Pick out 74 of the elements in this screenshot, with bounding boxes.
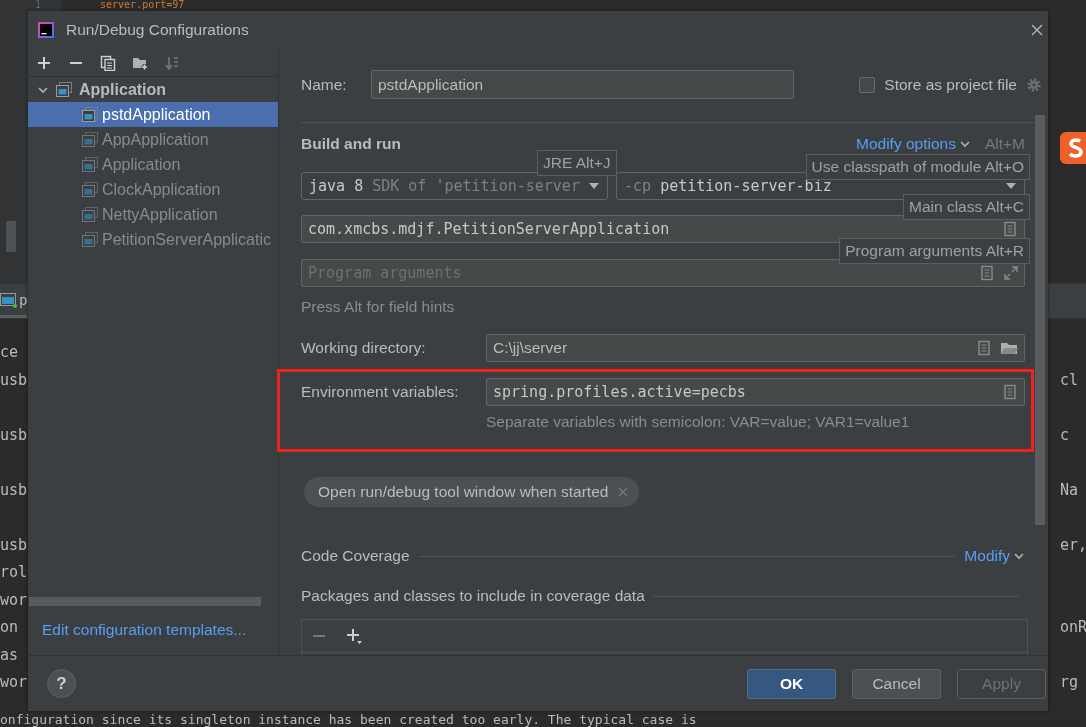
dialog-button[interactable]: Cancel bbox=[852, 668, 941, 699]
document-icon[interactable] bbox=[976, 340, 992, 356]
folder-icon[interactable] bbox=[1000, 340, 1018, 356]
tooltip: JRE Alt+J bbox=[537, 150, 617, 176]
copy-icon[interactable] bbox=[100, 54, 116, 71]
document-icon[interactable] bbox=[979, 265, 995, 281]
ime-toolbar-icon[interactable] bbox=[1060, 130, 1086, 166]
console-text: usb bbox=[0, 534, 28, 556]
tooltip: Use classpath of module Alt+O bbox=[805, 154, 1030, 180]
templates-link[interactable]: Edit configuration templates... bbox=[42, 621, 247, 638]
chevron-icon bbox=[958, 138, 971, 150]
help-button[interactable]: ? bbox=[47, 669, 76, 698]
app-logo-icon bbox=[38, 22, 54, 38]
main-class-field[interactable]: com.xmcbs.mdjf.PetitionServerApplication bbox=[301, 215, 1025, 243]
field-label: Environment variables: bbox=[301, 383, 460, 401]
group-title: Packages and classes to include in coverage data bbox=[301, 587, 645, 605]
add-icon[interactable] bbox=[345, 627, 363, 645]
hint-text: Separate variables with semicolon: VAR=value; VAR1=value1 bbox=[486, 413, 911, 431]
modify-link[interactable]: Modify bbox=[964, 547, 1025, 565]
chevron-icon bbox=[1013, 550, 1025, 562]
console-text: usb bbox=[0, 479, 28, 501]
tree-item[interactable]: AppApplication bbox=[28, 127, 278, 152]
expand-icon[interactable] bbox=[1003, 265, 1019, 281]
env-field[interactable]: spring.profiles.active=pecbs bbox=[486, 378, 1025, 406]
console-text: er, bbox=[1060, 534, 1086, 556]
field-label: Working directory: bbox=[301, 339, 427, 357]
console-text: wor bbox=[0, 672, 28, 693]
document-icon[interactable] bbox=[1002, 221, 1018, 237]
window-icon bbox=[82, 207, 98, 222]
console-text: ce bbox=[0, 342, 19, 363]
window-icon bbox=[82, 232, 98, 247]
window-icon bbox=[82, 132, 98, 147]
window-icon bbox=[82, 107, 98, 122]
window-icon bbox=[82, 182, 98, 197]
checkbox-label[interactable]: Store as project file bbox=[884, 75, 1017, 94]
document-icon[interactable] bbox=[1002, 384, 1018, 400]
add-icon[interactable] bbox=[36, 54, 52, 71]
tree-item[interactable]: Application bbox=[28, 152, 278, 177]
section-title: Build and run bbox=[301, 135, 402, 153]
option-chip[interactable]: Open run/debug tool window when started bbox=[304, 477, 640, 507]
modify-options-link[interactable]: Modify options bbox=[856, 135, 971, 153]
shortcut-hint: Alt+M bbox=[984, 135, 1025, 153]
console-text: on bbox=[0, 617, 19, 638]
tooltip: Program arguments Alt+R bbox=[839, 238, 1030, 264]
tree-item[interactable]: pstdApplication bbox=[28, 102, 278, 127]
tree-item[interactable]: ClockApplication bbox=[28, 177, 278, 202]
console-text: usb bbox=[0, 424, 28, 446]
console-text: rol bbox=[0, 562, 28, 583]
tree-item[interactable]: NettyApplication bbox=[28, 202, 278, 227]
tree-item[interactable]: PetitionServerApplicatic bbox=[28, 227, 278, 252]
tooltip: Main class Alt+C bbox=[903, 194, 1030, 220]
dialog-button[interactable]: OK bbox=[747, 668, 836, 699]
console-text: Na bbox=[1060, 479, 1080, 501]
window-icon bbox=[56, 82, 72, 97]
name-field[interactable]: pstdApplication bbox=[371, 70, 794, 99]
console-text: as bbox=[0, 644, 19, 666]
console-text: usb bbox=[0, 369, 28, 391]
console-text: c bbox=[1060, 424, 1071, 446]
console-text: cl bbox=[1060, 369, 1080, 391]
window-icon bbox=[82, 157, 98, 172]
checkbox[interactable] bbox=[859, 76, 876, 93]
console-text: onfiguration since its singleton instance has been created too early. The typical case is bbox=[0, 712, 697, 727]
hint-text: Press Alt for field hints bbox=[301, 298, 456, 316]
field-label: Name: bbox=[301, 75, 348, 94]
window-title: Run/Debug Configurations bbox=[66, 21, 250, 39]
settings-icon[interactable] bbox=[1026, 76, 1042, 93]
scrollbar-thumb bbox=[6, 221, 16, 252]
tree-item[interactable]: Application bbox=[28, 77, 278, 102]
close-icon[interactable] bbox=[1030, 23, 1044, 37]
group-title: Code Coverage bbox=[301, 547, 410, 565]
code-line: server.port=97 bbox=[100, 0, 185, 10]
console-text: wor bbox=[0, 589, 28, 611]
directory-field[interactable]: C:\jj\server bbox=[486, 334, 1025, 362]
console-text: rg bbox=[1060, 672, 1080, 693]
